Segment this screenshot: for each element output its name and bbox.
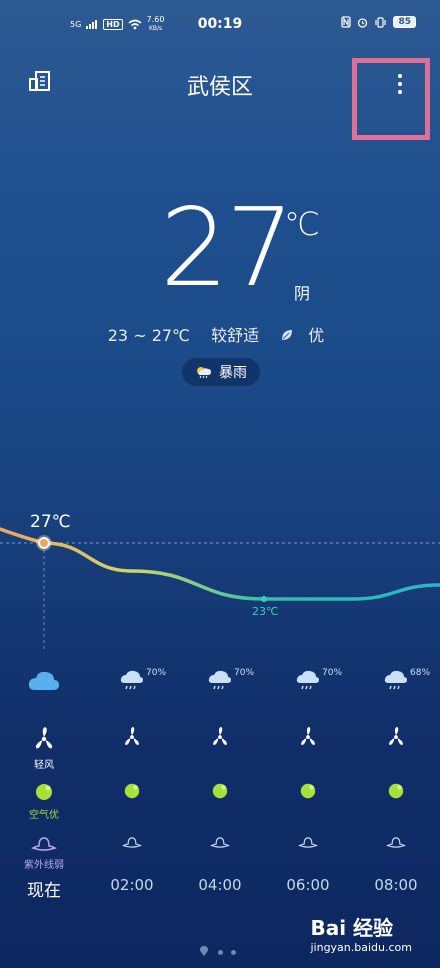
leaf-icon bbox=[282, 330, 293, 340]
temperature-range: 23 ~ 27℃ bbox=[107, 326, 191, 345]
uv-hat-icon bbox=[386, 837, 406, 848]
wind-fan-icon bbox=[35, 727, 53, 749]
time-label: 02:00 bbox=[110, 876, 154, 894]
rainstorm-icon bbox=[197, 367, 211, 379]
hour-column bbox=[176, 836, 264, 871]
status-bar: 5G HD 7.60 KB/s 00:19 85 bbox=[0, 0, 440, 52]
temperature-line bbox=[0, 527, 440, 601]
time-label: 现在 bbox=[27, 881, 61, 901]
min-point bbox=[261, 596, 267, 602]
more-dot-icon bbox=[398, 74, 402, 78]
baidu-watermark: Bai 经验 jingyan.baidu.com bbox=[310, 912, 412, 954]
more-options-button[interactable] bbox=[352, 60, 424, 132]
air-quality-icon bbox=[212, 783, 228, 799]
cloud-icon bbox=[28, 671, 59, 690]
status-right: 85 bbox=[341, 16, 416, 28]
battery-indicator: 85 bbox=[393, 16, 416, 28]
air-quality: 优 bbox=[280, 326, 332, 345]
time-label: 08:00 bbox=[374, 876, 418, 894]
wind-fan-icon bbox=[389, 726, 403, 745]
hour-column: 04:00 bbox=[176, 876, 264, 901]
wind-fan-icon bbox=[125, 726, 139, 745]
current-temperature: 27 bbox=[160, 186, 294, 311]
hour-column: 空气优 bbox=[0, 782, 88, 821]
rain-cloud-icon bbox=[296, 670, 319, 690]
watermark-brand: Bai 经验 bbox=[310, 916, 394, 940]
air-label: 空气优 bbox=[29, 810, 59, 821]
rain-cloud-icon bbox=[384, 670, 407, 690]
time-row: 现在 02:00 04:00 06:00 08:00 bbox=[0, 876, 440, 901]
hour-column bbox=[352, 782, 440, 821]
vibrate-icon bbox=[375, 16, 387, 28]
precip-probability: 70% bbox=[146, 668, 167, 678]
comfort-level: 较舒适 bbox=[211, 326, 260, 345]
precip-row: 70% 70% 70% 68% bbox=[0, 668, 440, 694]
wind-row: 轻风 bbox=[0, 726, 440, 771]
precip-probability: 70% bbox=[234, 668, 255, 678]
more-dot-icon bbox=[398, 82, 402, 86]
temperature-labels: 27℃ 23℃ bbox=[30, 512, 278, 618]
watermark-url: jingyan.baidu.com bbox=[310, 941, 412, 954]
alarm-icon bbox=[358, 17, 368, 28]
hour-column bbox=[88, 836, 176, 871]
air-quality-icon bbox=[388, 783, 404, 799]
hour-column bbox=[88, 726, 176, 771]
page-dot bbox=[230, 950, 236, 955]
hour-column: 70% bbox=[88, 668, 176, 694]
wind-fan-icon bbox=[213, 726, 227, 745]
hour-column bbox=[352, 836, 440, 871]
hour-column: 轻风 bbox=[0, 726, 88, 771]
weather-condition: 阴 bbox=[294, 284, 311, 303]
rain-cloud-icon bbox=[120, 670, 143, 690]
uv-hat-icon bbox=[298, 837, 318, 848]
uv-row: 紫外线弱 bbox=[0, 836, 440, 871]
temperature-unit: ℃ bbox=[284, 205, 320, 243]
uv-label: 紫外线弱 bbox=[24, 860, 64, 871]
hour-column: 02:00 bbox=[88, 876, 176, 901]
precip-probability: 70% bbox=[322, 668, 343, 678]
hourly-temperature-chart: 27℃ 23℃ bbox=[0, 512, 440, 650]
page-dot bbox=[217, 950, 223, 955]
air-quality-icon bbox=[124, 783, 140, 799]
hour-column bbox=[176, 782, 264, 821]
more-dot-icon bbox=[398, 90, 402, 94]
uv-hat-icon bbox=[122, 837, 142, 848]
hour-column bbox=[88, 782, 176, 821]
hour-column bbox=[176, 726, 264, 771]
max-temp-label: 27℃ bbox=[30, 512, 71, 532]
now-point bbox=[38, 537, 50, 549]
rain-cloud-icon bbox=[208, 670, 231, 690]
hour-column: 70% bbox=[264, 668, 352, 694]
min-temp-label: 23℃ bbox=[252, 605, 278, 618]
hour-column bbox=[264, 836, 352, 871]
time-label: 04:00 bbox=[198, 876, 242, 894]
uv-hat-icon bbox=[210, 837, 230, 848]
wind-label: 轻风 bbox=[34, 760, 54, 771]
hour-column bbox=[264, 782, 352, 821]
nfc-icon bbox=[341, 16, 352, 28]
hour-column: 紫外线弱 bbox=[0, 836, 88, 871]
hour-column bbox=[264, 726, 352, 771]
precip-probability: 68% bbox=[410, 668, 431, 678]
air-quality-icon bbox=[300, 783, 316, 799]
location-pin-icon bbox=[200, 946, 209, 956]
uv-hat-icon bbox=[31, 837, 57, 851]
hour-column: 06:00 bbox=[264, 876, 352, 901]
hour-column: 68% bbox=[352, 668, 440, 694]
hour-column: 70% bbox=[176, 668, 264, 694]
weather-summary: 23 ~ 27℃ 较舒适 优 bbox=[0, 322, 440, 346]
time-label: 06:00 bbox=[286, 876, 330, 894]
weather-alert-badge[interactable]: 暴雨 bbox=[182, 358, 260, 386]
alert-label: 暴雨 bbox=[219, 365, 247, 381]
wind-fan-icon bbox=[301, 726, 315, 745]
air-row: 空气优 bbox=[0, 782, 440, 821]
hour-column bbox=[352, 726, 440, 771]
hour-column bbox=[0, 670, 88, 694]
air-quality-icon bbox=[36, 784, 52, 800]
temperature-points bbox=[36, 535, 267, 602]
hour-column: 08:00 bbox=[352, 876, 440, 901]
hour-column: 现在 bbox=[0, 876, 88, 901]
